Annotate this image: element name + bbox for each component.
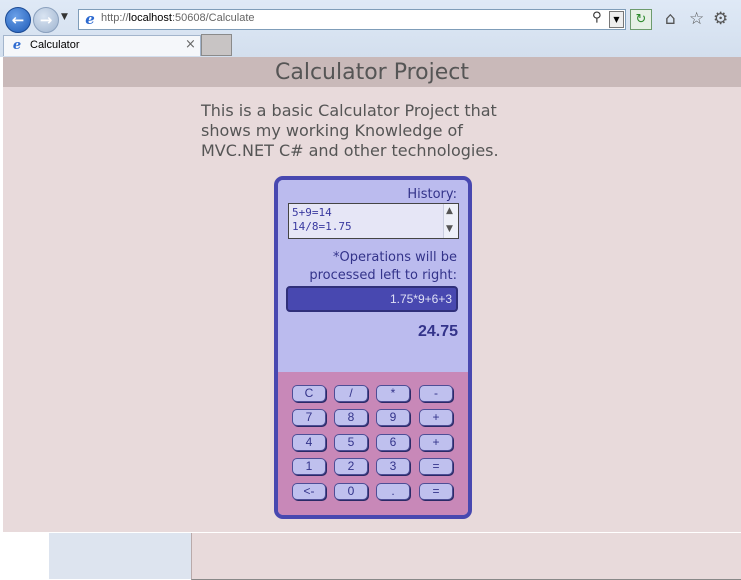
key-digit-2-button[interactable]: 2	[334, 458, 368, 475]
forward-icon[interactable]: →	[33, 7, 59, 33]
history-scrollbar[interactable]: ▲ ▼	[443, 204, 458, 238]
key-digit-9-button[interactable]: 9	[376, 409, 410, 426]
page-title: Calculator Project	[3, 57, 741, 87]
favorites-icon[interactable]: ☆	[689, 9, 704, 29]
key-digit-5-button[interactable]: 5	[334, 434, 368, 451]
browser-chrome: ← → ▼ e http://localhost:50608/Calculate…	[0, 0, 741, 57]
tab-close-icon[interactable]: ×	[185, 37, 196, 52]
key-digit-0-button[interactable]: 0	[334, 483, 368, 500]
tab-calculator[interactable]: e Calculator ×	[3, 35, 201, 56]
home-icon[interactable]: ⌂	[665, 9, 676, 29]
history-lines: 5+9=14 14/8=1.75	[292, 206, 352, 234]
url-text[interactable]: http://localhost:50608/Calculate	[101, 12, 255, 24]
key-digit-1-button[interactable]: 1	[292, 458, 326, 475]
expression-display[interactable]: 1.75*9+6+3	[286, 286, 458, 312]
key-clear-button[interactable]: C	[292, 385, 326, 402]
history-list[interactable]: 5+9=14 14/8=1.75 ▲ ▼	[288, 203, 459, 239]
ie-icon: e	[85, 10, 95, 28]
result-value: 24.75	[417, 323, 458, 340]
key-backspace-button[interactable]: <-	[292, 483, 326, 500]
address-dropdown-icon[interactable]: ▼	[609, 11, 624, 28]
key-equals-button[interactable]: =	[419, 483, 453, 500]
key-add-button[interactable]: +	[419, 434, 453, 451]
new-tab-button[interactable]	[201, 34, 232, 56]
calculator-display-panel: History: 5+9=14 14/8=1.75 ▲ ▼ *Operations…	[278, 180, 468, 372]
history-label: History:	[407, 187, 457, 202]
scroll-down-icon[interactable]: ▼	[446, 224, 453, 234]
tab-label: Calculator	[30, 39, 80, 51]
tools-icon[interactable]: ⚙	[713, 9, 728, 29]
key-multiply-button[interactable]: *	[376, 385, 410, 402]
ie-icon: e	[12, 38, 22, 53]
empty-region	[49, 533, 191, 579]
key-digit-7-button[interactable]: 7	[292, 409, 326, 426]
keypad: C / * - 7 8 9 +4 5 6 +1 2 3 = <- 0. =	[278, 372, 468, 515]
empty-region	[191, 533, 741, 580]
key-equals-button[interactable]: =	[419, 458, 453, 475]
key-subtract-button[interactable]: -	[419, 385, 453, 402]
key-digit-3-button[interactable]: 3	[376, 458, 410, 475]
scroll-up-icon[interactable]: ▲	[446, 206, 453, 216]
search-icon[interactable]: ⚲	[592, 10, 602, 25]
key-decimal-button[interactable]: .	[376, 483, 410, 500]
history-item: 5+9=14	[292, 206, 332, 219]
calculator: History: 5+9=14 14/8=1.75 ▲ ▼ *Operations…	[274, 176, 472, 519]
note-line: *Operations will be	[333, 250, 457, 265]
history-item: 14/8=1.75	[292, 220, 352, 233]
key-digit-8-button[interactable]: 8	[334, 409, 368, 426]
key-divide-button[interactable]: /	[334, 385, 368, 402]
note-line: processed left to right:	[309, 268, 457, 283]
key-add-button[interactable]: +	[419, 409, 453, 426]
key-digit-6-button[interactable]: 6	[376, 434, 410, 451]
operations-note: *Operations will be processed left to ri…	[287, 249, 457, 285]
expression-text: 1.75*9+6+3	[389, 292, 452, 306]
address-bar[interactable]: e http://localhost:50608/Calculate ⚲ ▼	[78, 9, 626, 30]
key-digit-4-button[interactable]: 4	[292, 434, 326, 451]
history-dropdown-icon[interactable]: ▼	[61, 12, 68, 22]
page-content: Calculator Project This is a basic Calcu…	[3, 57, 741, 532]
back-icon[interactable]: ←	[5, 7, 31, 33]
intro-text: This is a basic Calculator Project that …	[201, 101, 499, 160]
refresh-icon[interactable]: ↻	[630, 9, 652, 30]
